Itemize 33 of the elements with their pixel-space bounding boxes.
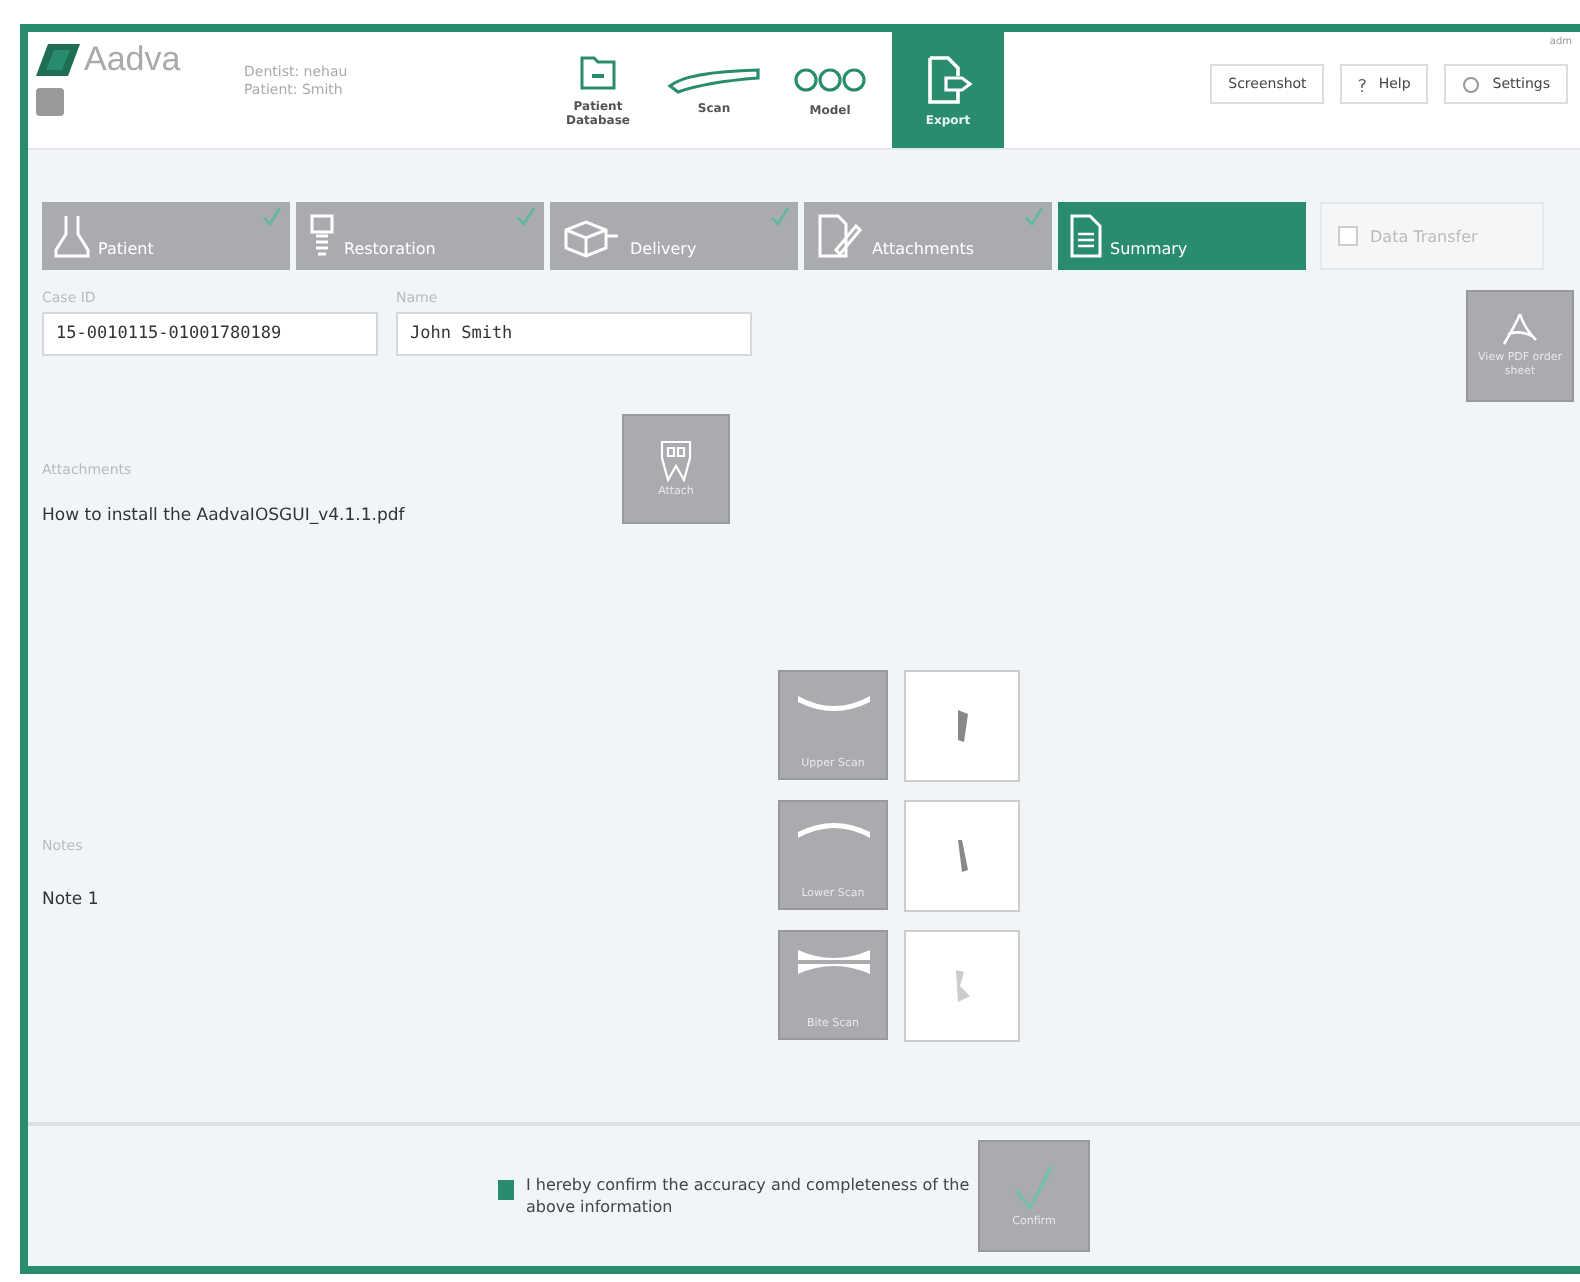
name-field[interactable]: John Smith xyxy=(396,312,752,356)
check-icon xyxy=(516,206,536,226)
check-icon xyxy=(1012,1163,1056,1212)
tooth-side-icon xyxy=(954,838,970,874)
document-edit-icon xyxy=(816,214,864,258)
note-text: Note 1 xyxy=(42,890,101,910)
implant-icon xyxy=(308,214,336,258)
document-list-icon xyxy=(1070,214,1102,258)
teeth-model-icon xyxy=(792,63,868,95)
confirm-text: I hereby confirm the accuracy and completeness of the above information xyxy=(525,1173,970,1219)
check-icon xyxy=(770,206,790,226)
case-id-field[interactable]: 15-0010115-01001780189 xyxy=(42,312,378,356)
help-icon xyxy=(1358,77,1367,91)
checkbox[interactable] xyxy=(1338,226,1358,246)
step-tab[interactable]: Delivery xyxy=(550,202,798,270)
logo-icon xyxy=(36,44,80,76)
step-tab[interactable]: Attachments xyxy=(804,202,1052,270)
tooth-side-icon xyxy=(950,968,974,1004)
check-icon xyxy=(1024,206,1044,226)
tooth-icon xyxy=(658,438,694,483)
confirm-checkbox[interactable] xyxy=(498,1179,514,1200)
tooth-side-icon xyxy=(954,708,970,744)
scanner-icon xyxy=(666,65,762,93)
folder-icon xyxy=(578,52,618,92)
step-tab[interactable]: Restoration xyxy=(296,202,544,270)
attachment-file[interactable]: How to install the AadvaIOSGUI_v4.1.1.pdf xyxy=(42,506,622,526)
step-tab[interactable]: Summary xyxy=(1058,202,1306,270)
box-icon xyxy=(562,218,622,258)
check-icon xyxy=(262,206,282,226)
export-icon xyxy=(922,53,974,105)
step-tab[interactable]: Patient xyxy=(42,202,290,270)
logo-text: Aadva xyxy=(84,40,181,80)
pdf-icon xyxy=(1500,312,1540,349)
